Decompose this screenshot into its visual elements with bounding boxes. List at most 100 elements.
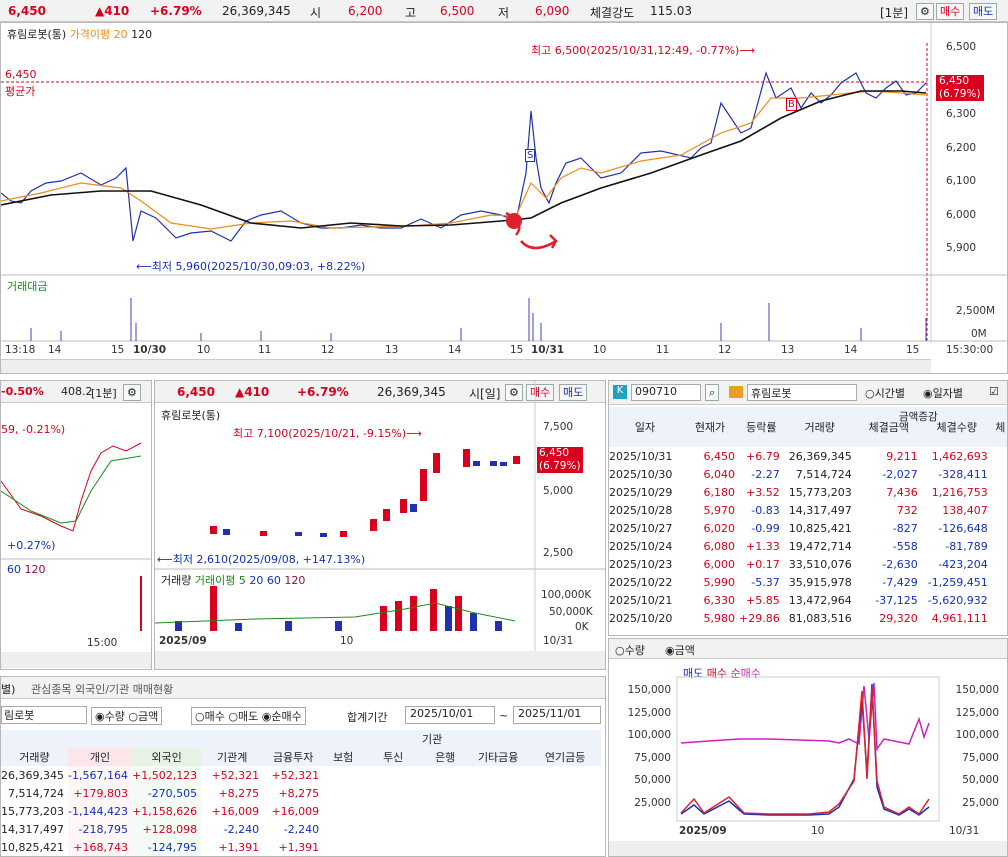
table-cell: 6,040: [703, 467, 736, 481]
radio-day-label: 일자별: [932, 387, 963, 400]
top-quote-bar: 6,450 ▲410 +6.79% 26,369,345 시 6,200 고 6…: [0, 0, 1008, 22]
stock-code-input[interactable]: 090710: [631, 384, 701, 401]
table-row[interactable]: 2025/10/28 5,970 -0.83 14,317,497 732 138,407: [609, 501, 1007, 519]
table-cell: +52,321: [271, 768, 320, 782]
x-tick: 10/31: [543, 635, 574, 647]
radio-sell[interactable]: ○매도: [228, 710, 258, 723]
table-row[interactable]: 2025/10/30 6,040 -2.27 7,514,724 -2,027 -328,…: [609, 465, 1007, 483]
radio-qty[interactable]: ◉수량: [95, 710, 125, 723]
vol-ma-legend: 거래이평 5: [194, 574, 246, 587]
table-cell: 15,773,203: [1, 804, 64, 818]
x-tick: 10/30: [133, 344, 167, 356]
price-tag: 6,450 (6.79%): [936, 75, 984, 101]
table-row[interactable]: 2025/10/27 6,020 -0.99 10,825,421 -827 -126,6…: [609, 519, 1007, 537]
col-header: 투신: [383, 751, 404, 764]
investor-panel: 별) 관심종목 외국인/기관 매매현황 림로봇 ◉수량 ○금액 ○매수 ○매도 …: [0, 676, 606, 857]
radio-time[interactable]: ○시간별: [865, 385, 905, 401]
search-icon[interactable]: ⌕: [705, 384, 720, 401]
table-cell: -2,630: [882, 557, 918, 571]
table-cell: 7,514,724: [8, 786, 64, 800]
col-header: 기타금융: [477, 751, 519, 764]
table-row[interactable]: 10,825,421 +168,743 -124,795 +1,391 +1,391: [1, 838, 601, 856]
y-tick: 6,100: [946, 175, 977, 187]
daily-price-tag: 6,450 (6.79%): [537, 447, 583, 473]
table-cell: +1,391: [218, 840, 260, 854]
daily-scrollbar[interactable]: [155, 651, 605, 669]
checkbox[interactable]: ☑: [989, 385, 999, 398]
radio-day[interactable]: ◉일자별: [923, 385, 963, 401]
table-cell: 732: [896, 503, 918, 517]
table-cell: -827: [892, 521, 918, 535]
netbuy-scrollbar[interactable]: [609, 841, 1007, 856]
y-tick: 6,200: [946, 141, 977, 154]
table-row[interactable]: 2025/10/24 6,080 +1.33 19,472,714 -558 -81,78…: [609, 537, 1007, 555]
y-tick: 6,300: [946, 108, 977, 120]
radio-net[interactable]: ◉순매수: [262, 710, 302, 723]
table-row[interactable]: 2025/10/31 6,450 +6.79 26,369,345 9,211 1,462…: [609, 447, 1007, 465]
table-cell: 2025/10/29: [609, 485, 673, 499]
sell-button[interactable]: 매도: [969, 3, 998, 20]
settings-icon[interactable]: ⚙: [916, 3, 934, 20]
table-row[interactable]: 2025/10/22 5,990 -5.37 35,915,978 -7,429 -1,2…: [609, 573, 1007, 591]
tab-partial[interactable]: 별): [1, 681, 15, 697]
table-cell: -558: [892, 539, 918, 553]
volume-label: 거래대금: [7, 280, 48, 293]
table-cell: 6,080: [703, 539, 736, 553]
x-tick: 12: [321, 344, 335, 356]
date-to-input[interactable]: 2025/11/01: [513, 706, 601, 724]
time-axis: 13:18 14 15 10/30 10 11 12 13 14 15 10/3…: [1, 344, 1007, 358]
x-tick: 15: [111, 344, 125, 356]
x-tick: 13: [385, 344, 399, 356]
radio-amt[interactable]: ○금액: [128, 710, 158, 723]
table-cell: 10,825,421: [1, 840, 64, 854]
radio-buy[interactable]: ○매수: [195, 710, 225, 723]
table-cell: -423,204: [938, 557, 988, 571]
table-row[interactable]: 14,317,497 -218,795 +128,098 -2,240 -2,240: [1, 820, 601, 838]
table-cell: 9,211: [886, 449, 918, 463]
strength-value: 115.03: [650, 4, 692, 18]
table-cell: +8,275: [218, 786, 260, 800]
table-cell: 2025/10/23: [609, 557, 673, 571]
daily-chart-panel: 6,450 ▲410 +6.79% 26,369,345 시[일] ⚙ 매수 매…: [154, 380, 606, 670]
inst-group-header: 기관: [421, 733, 443, 746]
tab-watchlist-foreign-inst[interactable]: 관심종목 외국인/기관 매매현황: [31, 681, 173, 697]
table-row[interactable]: 2025/10/21 6,330 +5.85 13,472,964 -37,125 -5,…: [609, 591, 1007, 609]
period-select[interactable]: [1분]: [880, 4, 908, 21]
x-tick: 11: [656, 344, 670, 356]
table-cell: 26,369,345: [788, 449, 852, 463]
chart-scrollbar[interactable]: [1, 359, 931, 373]
table-row[interactable]: 15,773,203 -1,144,423 +1,158,626 +16,009 +16…: [1, 802, 601, 820]
vol-tick: 0K: [575, 621, 589, 633]
price-axis: 6,5006,4006,3006,2006,1006,0005,900: [946, 31, 976, 266]
table-row[interactable]: 2025/10/23 6,000 +0.17 33,510,076 -2,630 -423…: [609, 555, 1007, 573]
table-row[interactable]: 26,369,345 -1,567,164 +1,502,123 +52,321 +52…: [1, 766, 601, 784]
table-cell: +3.52: [746, 485, 780, 499]
ma20-line: [1, 90, 927, 230]
daily-table-body: 2025/10/31 6,450 +6.79 26,369,345 9,211 1,462…: [609, 447, 1007, 627]
open-price: 6,200: [348, 4, 383, 18]
table-cell: 13,472,964: [788, 593, 852, 607]
daily-price-tag-rate: (6.79%): [539, 460, 581, 472]
mini-time-label: 15:00: [87, 637, 118, 649]
table-cell: -7,429: [882, 575, 918, 589]
table-cell: -218,795: [67, 820, 132, 838]
col-header: 거래량: [19, 751, 50, 764]
mini-scrollbar[interactable]: [1, 652, 151, 668]
date-from-input[interactable]: 2025/10/01: [405, 706, 495, 724]
main-chart-panel: 휴림로봇(통) 가격이평 20 120 6,450 평균가 최고 6,500(2…: [0, 22, 1008, 374]
table-cell: 2025/10/30: [609, 467, 673, 481]
opt-label: 매수: [204, 710, 225, 723]
table-row[interactable]: 2025/10/20 5,980 +29.86 81,083,516 29,320 4,9…: [609, 609, 1007, 627]
ma120-legend: 120: [284, 574, 306, 587]
k-icon: K: [613, 385, 627, 399]
table-cell: 14,317,497: [1, 822, 64, 836]
folder-icon[interactable]: [729, 386, 743, 398]
table-row[interactable]: 2025/10/29 6,180 +3.52 15,773,203 7,436 1,216…: [609, 483, 1007, 501]
table-cell: 138,407: [942, 503, 988, 517]
table-cell: -5,620,932: [927, 593, 988, 607]
ma120-line: [1, 90, 927, 229]
table-row[interactable]: 7,514,724 +179,803 -270,505 +8,275 +8,275: [1, 784, 601, 802]
buy-button[interactable]: 매수: [936, 3, 965, 20]
table-cell: 2025/10/28: [609, 503, 673, 517]
col-header: 금융투자: [272, 751, 314, 764]
